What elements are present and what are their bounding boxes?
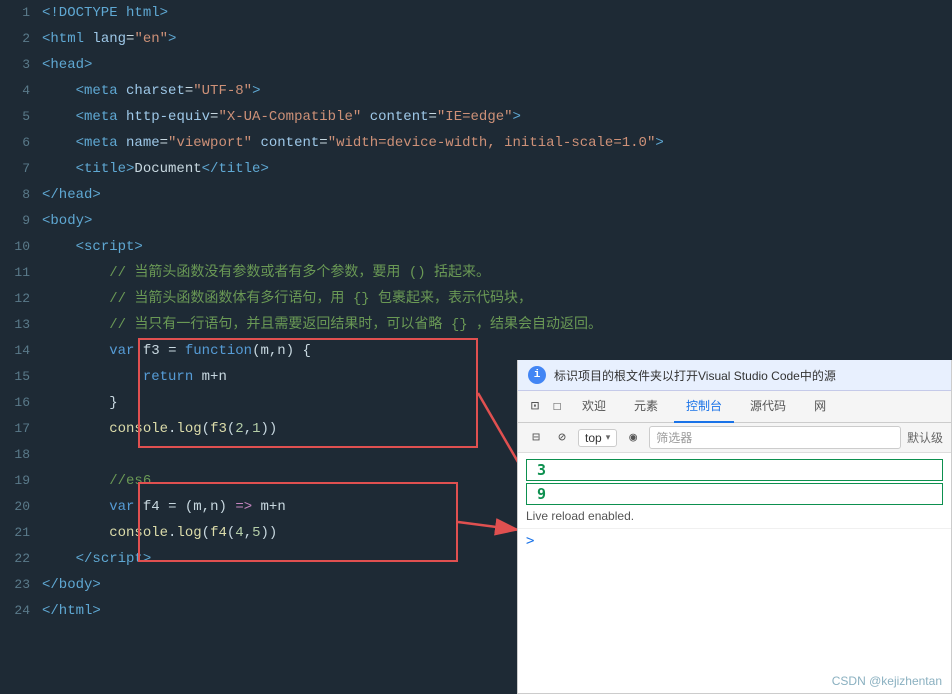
line-number: 12: [0, 286, 42, 312]
line-number: 14: [0, 338, 42, 364]
code-line: 11 // 当箭头函数没有参数或者有多个参数，要用 () 括起来。: [0, 260, 952, 286]
console-output-3: 3: [526, 459, 943, 481]
line-number: 11: [0, 260, 42, 286]
filter-input[interactable]: 筛选器: [649, 426, 901, 449]
live-reload-text: Live reload enabled.: [526, 509, 634, 523]
context-label: top: [585, 431, 602, 445]
line-number: 13: [0, 312, 42, 338]
line-number: 19: [0, 468, 42, 494]
tab-elements[interactable]: 元素: [622, 391, 670, 423]
line-number: 24: [0, 598, 42, 624]
line-content: <meta name="viewport" content="width=dev…: [42, 130, 952, 156]
line-content: // 当只有一行语句，并且需要返回结果时，可以省略 {} ，结果会自动返回。: [42, 312, 952, 338]
eye-icon[interactable]: ◉: [623, 428, 643, 448]
code-line: 12 // 当箭头函数函数体有多行语句，用 {} 包裹起来，表示代码块，: [0, 286, 952, 312]
tab-sources[interactable]: 源代码: [738, 391, 798, 423]
line-number: 7: [0, 156, 42, 182]
line-content: <body>: [42, 208, 952, 234]
console-prompt[interactable]: >: [518, 529, 951, 553]
devtools-tabs-bar: ⊡ ☐ 欢迎 元素 控制台 源代码 网: [518, 391, 951, 423]
code-line: 13 // 当只有一行语句，并且需要返回结果时，可以省略 {} ，结果会自动返回…: [0, 312, 952, 338]
code-line: 10 <script>: [0, 234, 952, 260]
code-line: 2<html lang="en">: [0, 26, 952, 52]
line-content: <title>Document</title>: [42, 156, 952, 182]
line-number: 9: [0, 208, 42, 234]
line-number: 4: [0, 78, 42, 104]
code-line: 7 <title>Document</title>: [0, 156, 952, 182]
code-line: 6 <meta name="viewport" content="width=d…: [0, 130, 952, 156]
code-line: 9<body>: [0, 208, 952, 234]
line-number: 18: [0, 442, 42, 468]
info-icon: i: [528, 366, 546, 384]
tab-network[interactable]: 网: [802, 391, 838, 423]
line-content: <head>: [42, 52, 952, 78]
devtools-info-bar: i 标识项目的根文件夹以打开Visual Studio Code中的源: [518, 360, 951, 391]
line-content: <html lang="en">: [42, 26, 952, 52]
code-line: 4 <meta charset="UTF-8">: [0, 78, 952, 104]
line-number: 1: [0, 0, 42, 26]
line-content: </head>: [42, 182, 952, 208]
chevron-down-icon: ▾: [606, 432, 611, 443]
line-content: <script>: [42, 234, 952, 260]
line-content: // 当箭头函数没有参数或者有多个参数，要用 () 括起来。: [42, 260, 952, 286]
code-line: 8</head>: [0, 182, 952, 208]
line-number: 21: [0, 520, 42, 546]
line-number: 22: [0, 546, 42, 572]
block-icon[interactable]: ⊘: [552, 428, 572, 448]
code-line: 3<head>: [0, 52, 952, 78]
context-selector[interactable]: top ▾: [578, 429, 617, 447]
devtools-panel: i 标识项目的根文件夹以打开Visual Studio Code中的源 ⊡ ☐ …: [517, 360, 952, 694]
console-output: 3 9 Live reload enabled. >: [518, 453, 951, 693]
console-output-9: 9: [526, 483, 943, 505]
line-number: 17: [0, 416, 42, 442]
clear-console-button[interactable]: ⊟: [526, 428, 546, 448]
code-line: 1<!DOCTYPE html>: [0, 0, 952, 26]
code-line: 5 <meta http-equiv="X-UA-Compatible" con…: [0, 104, 952, 130]
info-text: 标识项目的根文件夹以打开Visual Studio Code中的源: [554, 367, 836, 384]
line-number: 2: [0, 26, 42, 52]
cursor-icon[interactable]: ⊡: [526, 398, 544, 416]
console-live-reload: Live reload enabled.: [518, 507, 951, 529]
line-content: <meta http-equiv="X-UA-Compatible" conte…: [42, 104, 952, 130]
line-content: // 当箭头函数函数体有多行语句，用 {} 包裹起来，表示代码块，: [42, 286, 952, 312]
line-number: 10: [0, 234, 42, 260]
line-content: <!DOCTYPE html>: [42, 0, 952, 26]
watermark: CSDN @kejizhentan: [832, 674, 942, 688]
line-number: 3: [0, 52, 42, 78]
line-number: 6: [0, 130, 42, 156]
line-number: 5: [0, 104, 42, 130]
mobile-icon[interactable]: ☐: [548, 398, 566, 416]
line-number: 16: [0, 390, 42, 416]
line-number: 23: [0, 572, 42, 598]
devtools-toolbar: ⊟ ⊘ top ▾ ◉ 筛选器 默认级: [518, 423, 951, 453]
line-content: <meta charset="UTF-8">: [42, 78, 952, 104]
code-editor: 1<!DOCTYPE html>2<html lang="en">3<head>…: [0, 0, 952, 694]
line-number: 15: [0, 364, 42, 390]
tab-welcome[interactable]: 欢迎: [570, 391, 618, 423]
default-label: 默认级: [907, 429, 943, 446]
tab-console[interactable]: 控制台: [674, 391, 734, 423]
line-number: 20: [0, 494, 42, 520]
line-number: 8: [0, 182, 42, 208]
